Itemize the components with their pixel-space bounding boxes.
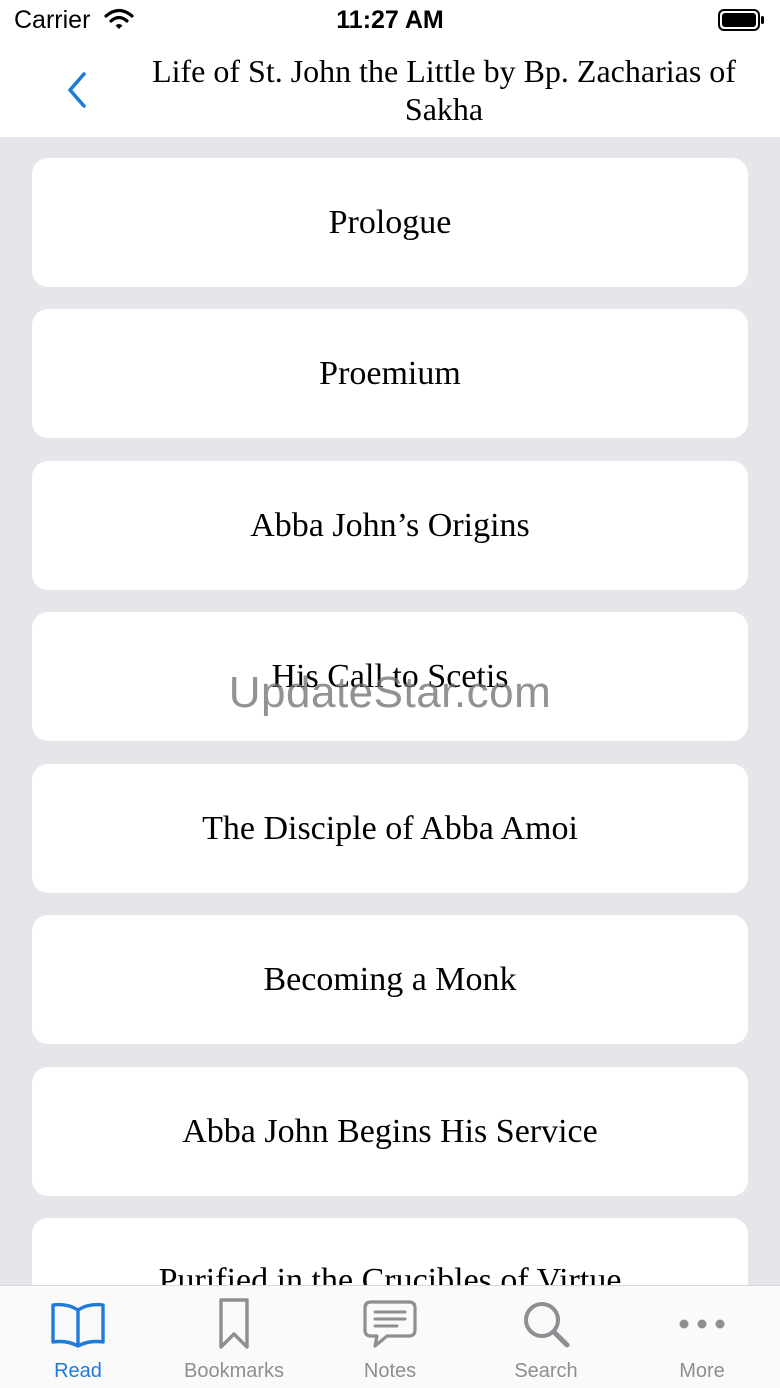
chapter-item-origins[interactable]: Abba John’s Origins bbox=[32, 461, 748, 590]
page-title: Life of St. John the Little by Bp. Zacha… bbox=[152, 53, 736, 127]
tab-more[interactable]: More bbox=[624, 1286, 780, 1388]
chapter-label: Abba John Begins His Service bbox=[182, 1112, 598, 1150]
navigation-bar: Life of St. John the Little by Bp. Zacha… bbox=[0, 42, 780, 137]
tab-notes[interactable]: Notes bbox=[312, 1286, 468, 1388]
chevron-left-icon bbox=[56, 72, 100, 118]
chapter-label: Becoming a Monk bbox=[263, 960, 517, 998]
notes-icon bbox=[360, 1298, 420, 1350]
tab-label: More bbox=[679, 1360, 725, 1382]
tab-label: Search bbox=[514, 1360, 578, 1382]
chapter-label: Abba John’s Origins bbox=[250, 506, 530, 544]
chapter-list[interactable]: Prologue Proemium Abba John’s Origins Hi… bbox=[0, 137, 780, 1285]
chapter-label: Proemium bbox=[319, 354, 461, 392]
chapter-item-begins-service[interactable]: Abba John Begins His Service bbox=[32, 1067, 748, 1196]
tab-label: Notes bbox=[363, 1360, 417, 1382]
chapter-label: His Call to Scetis bbox=[271, 657, 509, 695]
book-icon bbox=[48, 1298, 108, 1350]
tab-search[interactable]: Search bbox=[468, 1286, 624, 1388]
tab-bookmarks[interactable]: Bookmarks bbox=[156, 1286, 312, 1388]
search-icon bbox=[516, 1298, 576, 1350]
chapter-label: Prologue bbox=[328, 203, 452, 241]
tab-read[interactable]: Read bbox=[0, 1286, 156, 1388]
chapter-label: The Disciple of Abba Amoi bbox=[202, 809, 578, 847]
tab-label: Read bbox=[54, 1360, 102, 1382]
chapter-label: Purified in the Crucibles of Virtue bbox=[158, 1262, 622, 1285]
more-icon bbox=[672, 1298, 732, 1350]
back-button[interactable] bbox=[56, 66, 100, 114]
battery-icon bbox=[718, 8, 766, 37]
status-time: 11:27 AM bbox=[336, 6, 444, 34]
status-bar: Carrier 11:27 AM bbox=[0, 0, 780, 42]
chapter-item-becoming-a-monk[interactable]: Becoming a Monk bbox=[32, 915, 748, 1044]
chapter-item-prologue[interactable]: Prologue bbox=[32, 158, 748, 287]
chapter-item-disciple-of-amoi[interactable]: The Disciple of Abba Amoi bbox=[32, 764, 748, 893]
tab-bar: Read Bookmarks Notes Search More bbox=[0, 1285, 780, 1388]
bookmark-icon bbox=[204, 1298, 264, 1350]
tab-label: Bookmarks bbox=[183, 1360, 285, 1382]
chapter-item-purified[interactable]: Purified in the Crucibles of Virtue bbox=[32, 1218, 748, 1285]
chapter-item-call-to-scetis[interactable]: His Call to Scetis bbox=[32, 612, 748, 741]
chapter-item-proemium[interactable]: Proemium bbox=[32, 309, 748, 438]
